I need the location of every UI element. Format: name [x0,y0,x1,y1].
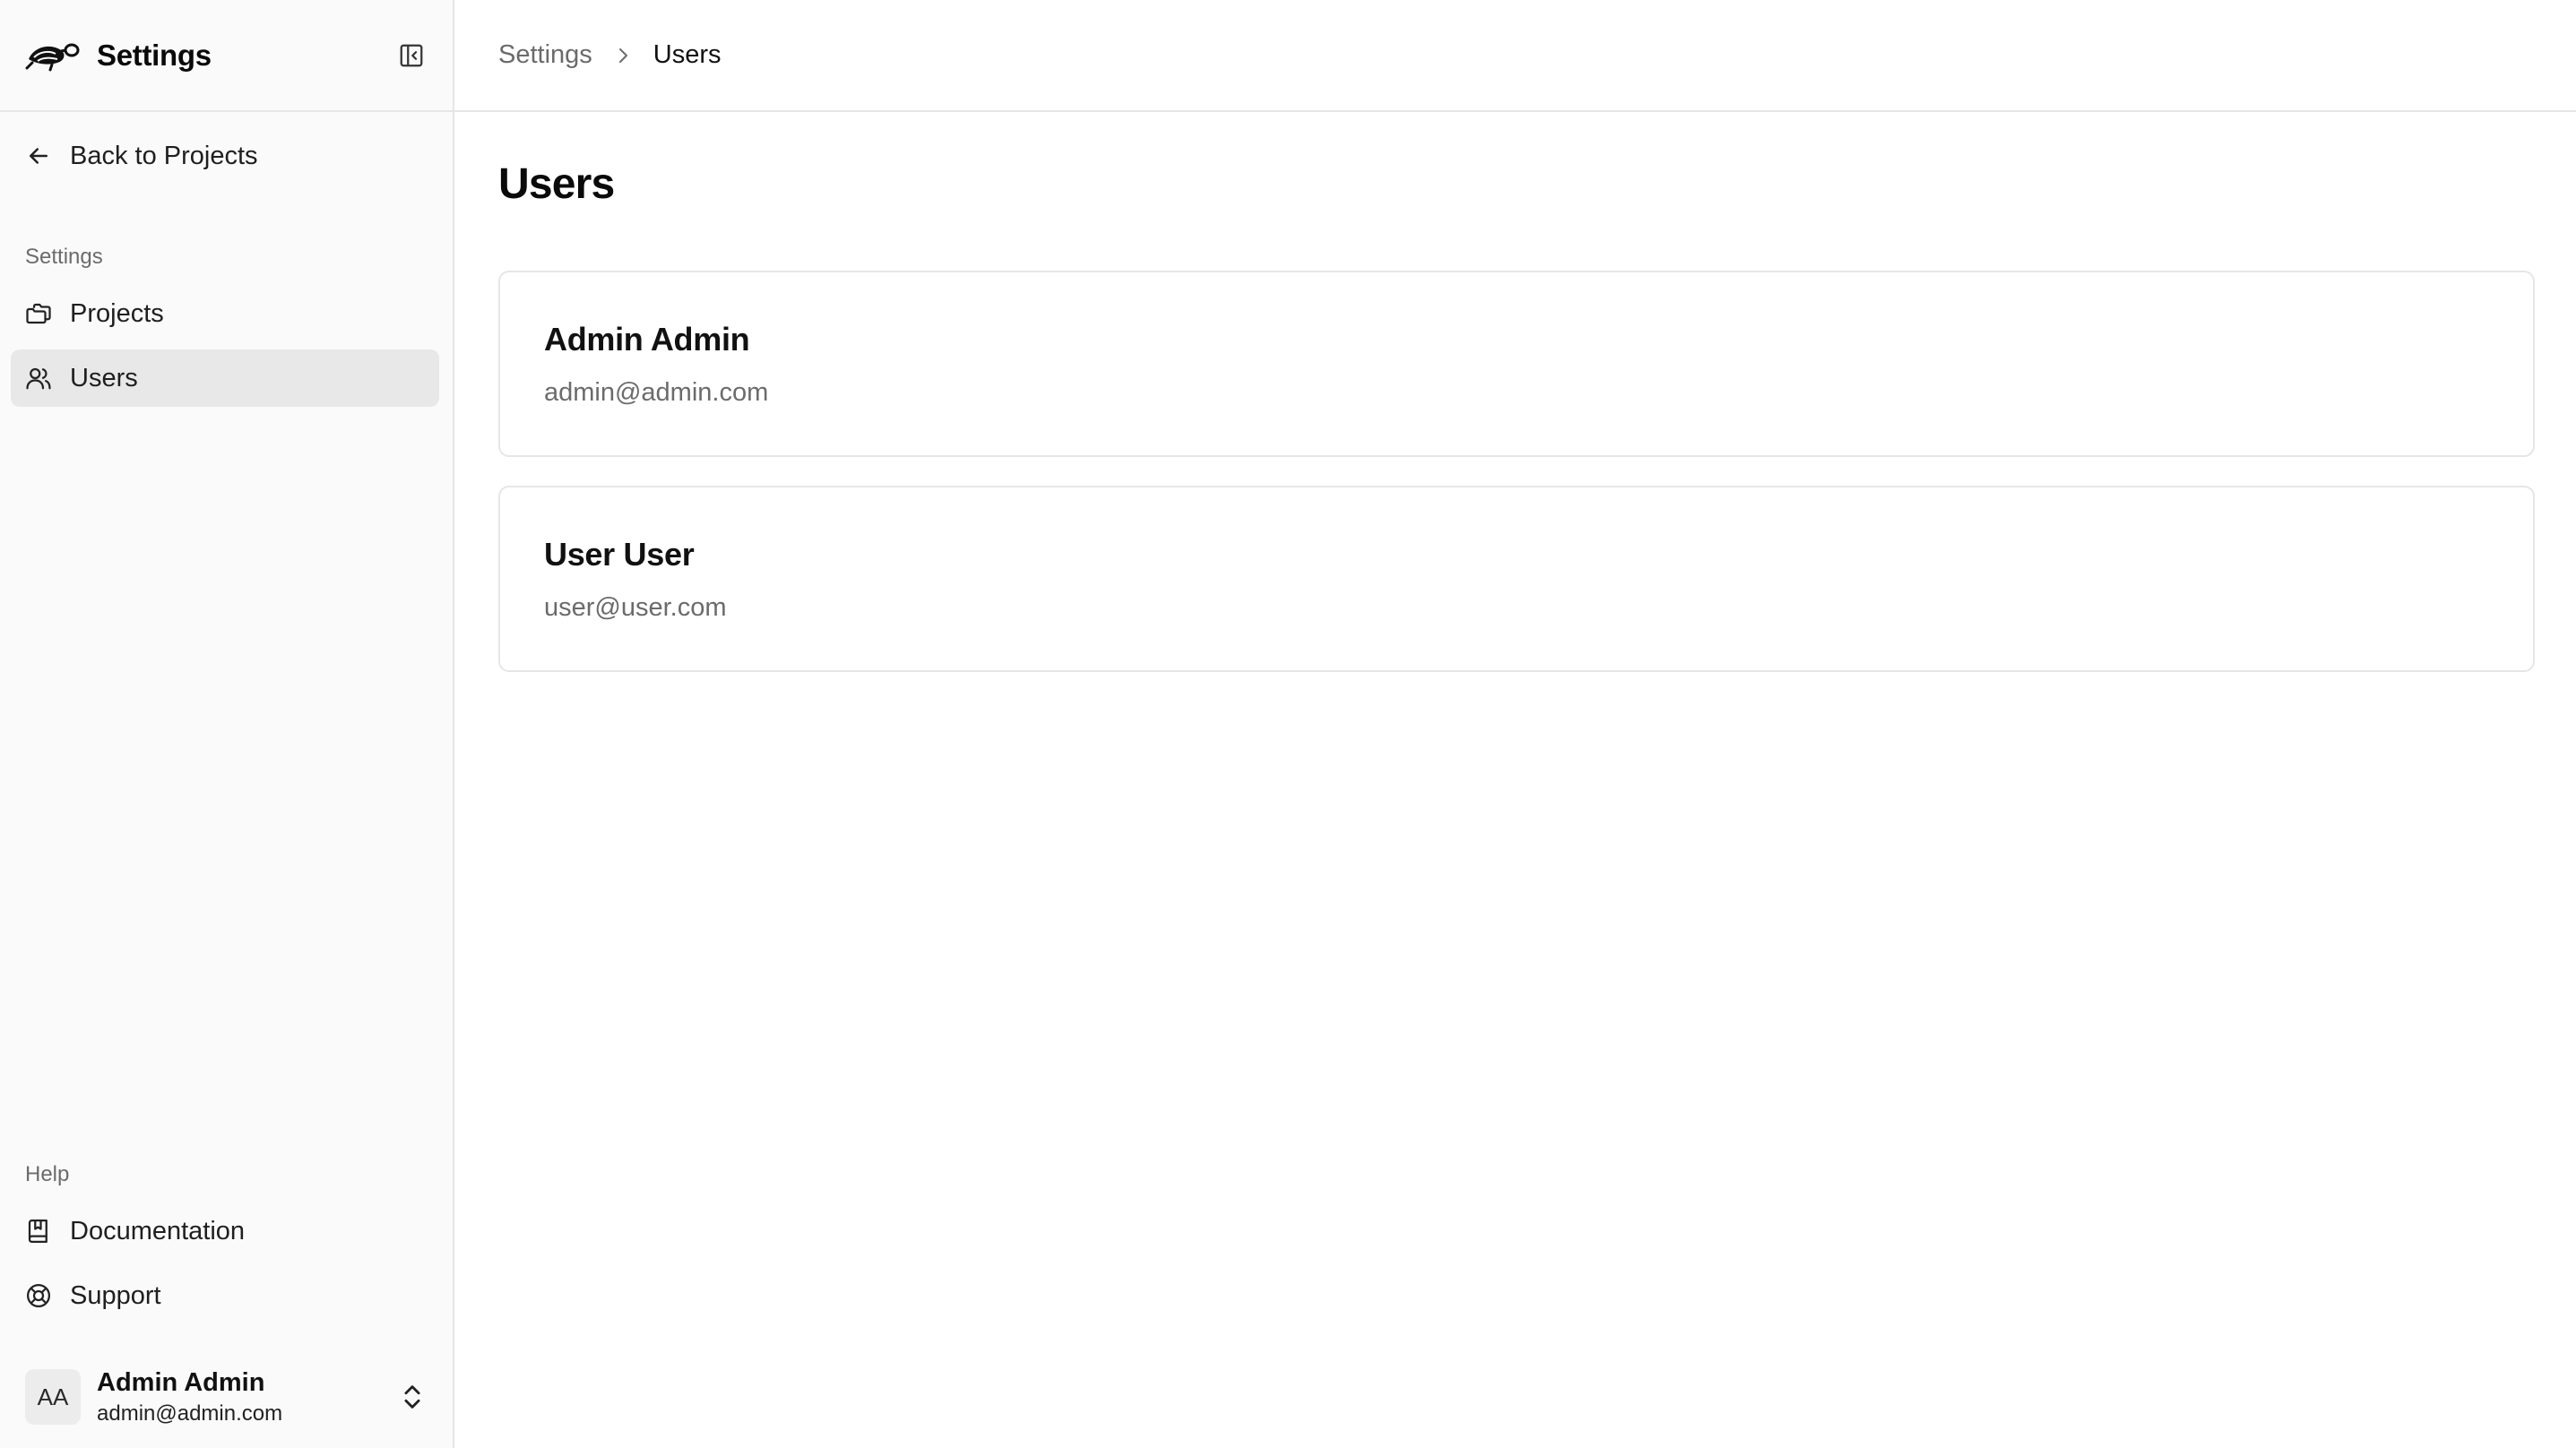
turtle-logo-icon [25,38,81,73]
user-list: Admin Admin admin@admin.com User User us… [498,271,2535,701]
user-name: Admin Admin [97,1367,265,1397]
user-card[interactable]: User User user@user.com [498,486,2535,672]
arrow-left-icon [25,142,52,169]
avatar: AA [25,1369,81,1425]
sidebar-item-label: Projects [70,298,164,328]
sidebar: Settings Back to Projects Settings Proje… [0,0,454,1448]
user-card-email: user@user.com [544,593,727,622]
user-menu-button[interactable]: AA Admin Admin admin@admin.com [25,1366,428,1428]
sidebar-item-label: Support [70,1280,161,1310]
app-root: Settings Back to Projects Settings Proje… [0,0,2576,1448]
help-group-label: Help [25,1162,70,1186]
user-card-name: Admin Admin [544,321,750,358]
sidebar-item-label: Documentation [70,1216,246,1245]
breadcrumb-settings-link[interactable]: Settings [498,40,592,70]
sidebar-item-label: Users [70,363,138,392]
chevron-right-icon [612,45,634,66]
chevrons-up-down-icon [397,1382,428,1412]
folders-icon [25,300,52,327]
back-to-projects-link[interactable]: Back to Projects [0,127,453,185]
user-card[interactable]: Admin Admin admin@admin.com [498,271,2535,457]
sidebar-item-documentation[interactable]: Documentation [11,1202,439,1260]
sidebar-item-support[interactable]: Support [11,1267,439,1324]
lifebuoy-icon [25,1282,52,1309]
user-email: admin@admin.com [97,1401,283,1426]
back-to-projects-label: Back to Projects [70,141,258,170]
breadcrumb-current: Users [653,40,722,69]
breadcrumb: Settings Users [454,0,2576,112]
sidebar-title: Settings [97,38,212,72]
sidebar-header: Settings [0,0,453,112]
sidebar-toggle-button[interactable] [395,39,428,72]
main-content: Settings Users Users Admin Admin admin@a… [454,0,2576,1448]
settings-group-label: Settings [25,245,103,269]
user-info: Admin Admin admin@admin.com [97,1368,282,1426]
sidebar-item-projects[interactable]: Projects [11,285,439,342]
user-card-email: admin@admin.com [544,378,769,407]
book-icon [25,1218,52,1245]
user-card-name: User User [544,536,695,573]
page-title: Users [498,160,615,208]
panel-left-icon [400,44,423,67]
users-icon [25,365,52,392]
sidebar-item-users[interactable]: Users [11,349,439,407]
